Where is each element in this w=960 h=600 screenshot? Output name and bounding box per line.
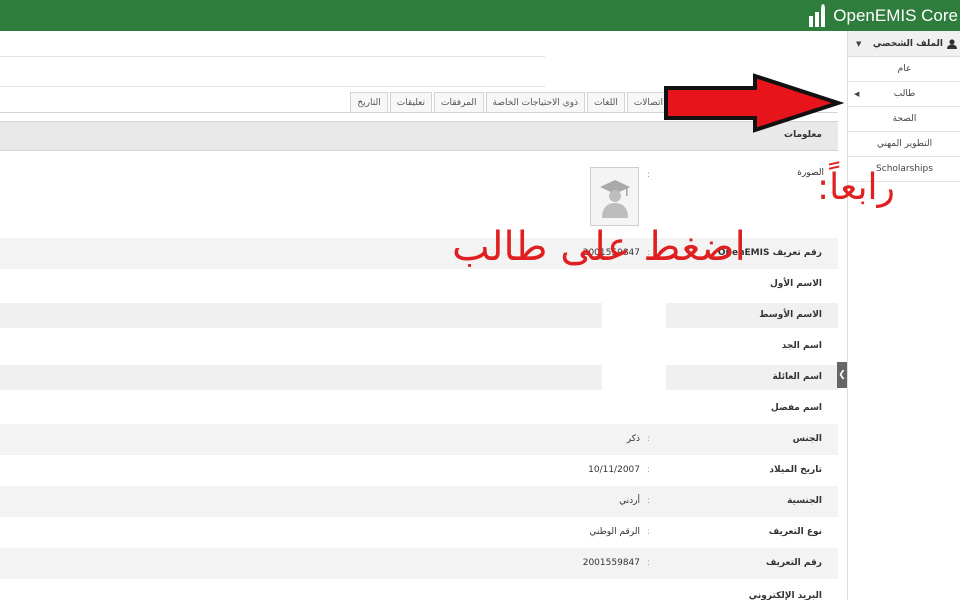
field-label: البريد الإلكتروني: [748, 591, 822, 600]
field-label: اسم الجد: [781, 341, 822, 351]
field-row-email: البريد الإلكتروني: [0, 579, 838, 600]
sidebar: ▼ الملف الشخصي عام ◀ طالب الصحة التطوير …: [847, 31, 960, 600]
field-colon: :: [647, 465, 651, 475]
brand[interactable]: OpenEMIS Core: [807, 0, 960, 31]
red-arrow-annotation: [664, 73, 845, 133]
sidebar-item-health[interactable]: الصحة: [848, 107, 960, 132]
tab-special-needs[interactable]: ذوي الاحتياجات الخاصة: [485, 92, 586, 112]
field-label: الجنس: [792, 434, 822, 444]
student-photo: [590, 167, 639, 226]
field-value: 10/11/2007: [588, 465, 640, 475]
sidebar-profile-label: الملف الشخصي: [872, 38, 943, 49]
openemis-logo-icon: [809, 3, 826, 27]
field-row-identity-number: رقم التعريف : 2001559847: [0, 548, 838, 579]
header-row: [0, 57, 545, 87]
graduate-avatar-icon: [600, 180, 630, 218]
field-input-box: [0, 365, 602, 390]
field-value: الرقم الوطني: [589, 527, 640, 537]
brand-name: OpenEMIS Core: [833, 5, 958, 25]
sidebar-profile-header[interactable]: ▼ الملف الشخصي: [848, 31, 960, 57]
field-row-date-of-birth: تاريخ الميلاد : 10/11/2007: [0, 455, 838, 486]
caret-left-icon: ◀: [854, 90, 860, 98]
annotation-instruction: اضغط على طالب: [452, 224, 746, 270]
sidebar-item-general[interactable]: عام: [848, 57, 960, 82]
field-input-box: [0, 303, 602, 328]
field-row-nationality: الجنسية : أردني: [0, 486, 838, 517]
tab-bar: اتصالات اللغات ذوي الاحتياجات الخاصة الم…: [350, 92, 670, 112]
field-colon: :: [647, 434, 651, 444]
field-label: اسم العائلة: [772, 372, 822, 382]
sidebar-item-professional-development[interactable]: التطوير المهني: [848, 132, 960, 157]
sidebar-item-student[interactable]: ◀ طالب: [848, 82, 960, 107]
caret-down-icon: ▼: [856, 40, 862, 48]
field-label: اسم مفضل: [770, 403, 822, 413]
annotation-step-label: رابعاً:: [817, 167, 895, 208]
field-value: ذكر: [626, 434, 640, 444]
field-row-middle-name: الاسم الأوسط: [0, 300, 838, 331]
field-row-first-name: الاسم الأول: [0, 269, 838, 300]
header-row: [0, 31, 545, 57]
tab-history[interactable]: التاريخ: [350, 92, 388, 112]
field-row-gender: الجنس : ذكر: [0, 424, 838, 455]
field-label: رقم التعريف: [765, 558, 822, 568]
field-value: 2001559847: [582, 558, 640, 568]
field-label: تاريخ الميلاد: [769, 465, 822, 475]
sidebar-item-label: طالب: [893, 89, 916, 99]
field-label: الاسم الأوسط: [759, 310, 822, 320]
tab-languages[interactable]: اللغات: [587, 92, 625, 112]
field-row-preferred-name: اسم مفضل: [0, 393, 838, 424]
tab-comments[interactable]: تعليقات: [389, 92, 433, 112]
field-colon: :: [647, 558, 651, 568]
chevron-left-icon: ❮: [838, 370, 846, 380]
top-bar: OpenEMIS Core: [0, 0, 960, 31]
field-row-family-name: اسم العائلة: [0, 362, 838, 393]
field-colon: :: [647, 496, 651, 506]
field-value: أردني: [619, 496, 640, 506]
field-colon: :: [647, 527, 651, 537]
field-row-identity-type: نوع التعريف : الرقم الوطني: [0, 517, 838, 548]
tab-attachments[interactable]: المرفقات: [434, 92, 484, 112]
field-row-grandfather-name: اسم الجد: [0, 331, 838, 362]
user-icon: [947, 38, 957, 49]
field-label: الاسم الأول: [769, 279, 822, 289]
field-label: الجنسية: [787, 496, 822, 506]
field-label: نوع التعريف: [768, 527, 822, 537]
photo-colon: :: [647, 170, 651, 180]
sidebar-collapse-button[interactable]: ❮: [837, 362, 847, 388]
